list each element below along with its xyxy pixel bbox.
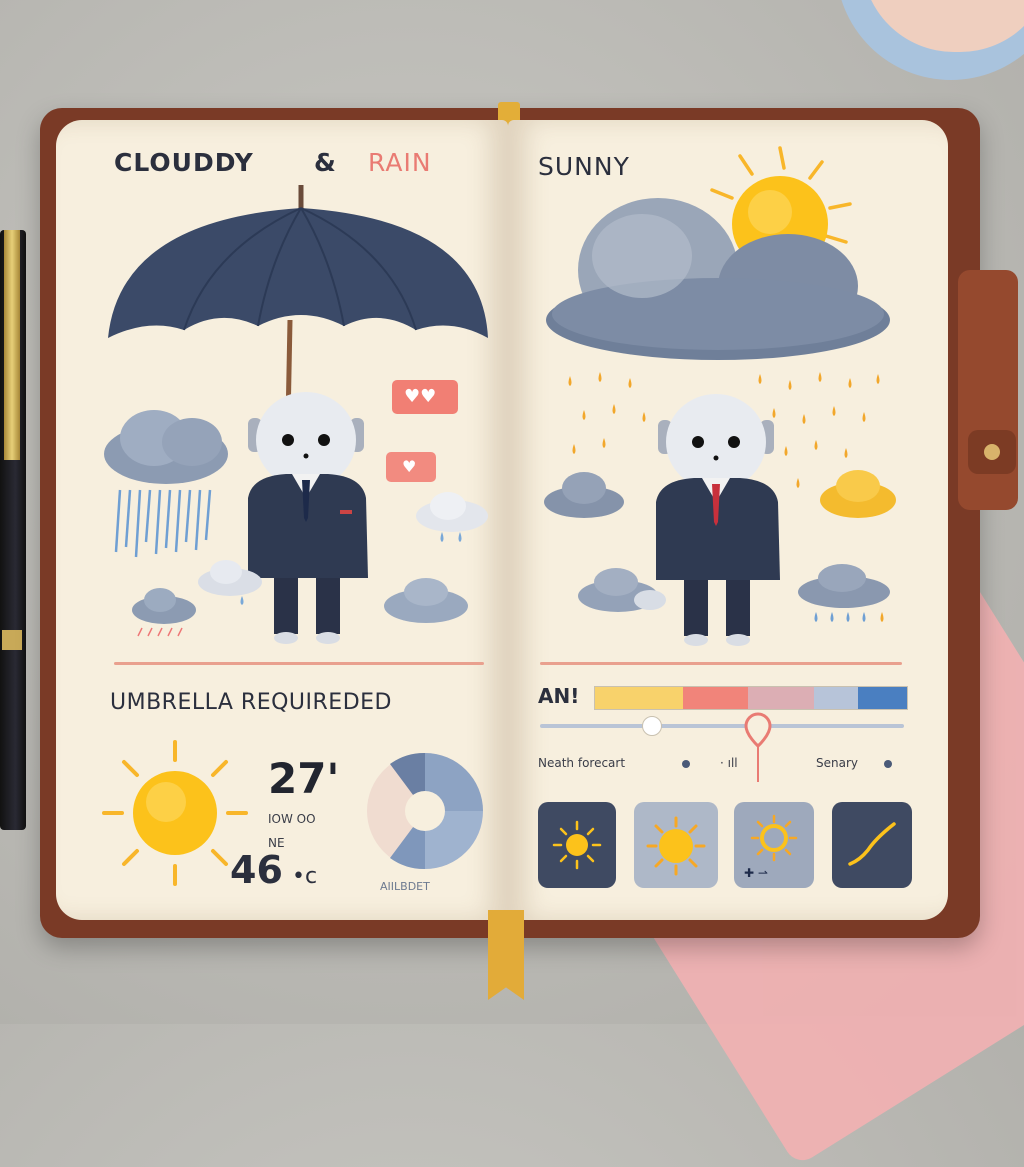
sun-ring-caption: ✚ ⇀ xyxy=(744,866,768,880)
dial-label: AIILBDET xyxy=(380,880,430,893)
sunny-cloud-icon xyxy=(820,470,896,518)
left-title-cloudy: CLOUDDY xyxy=(114,148,254,177)
temperature-unit: •c xyxy=(292,864,318,889)
forecast-dot xyxy=(682,760,690,768)
umbrella-banner: UMBRELLA REQUIREDED xyxy=(110,690,392,715)
sun-icon xyxy=(552,820,602,870)
sun-ring-icon xyxy=(750,814,798,862)
rain-cloud-icon xyxy=(104,410,228,558)
timeline-color-bar[interactable] xyxy=(594,686,908,710)
left-title-rain: RAIN xyxy=(368,148,432,177)
forecast-label: Neath forecart xyxy=(538,756,626,770)
sun-large-tile[interactable] xyxy=(634,802,718,888)
sunny-dot xyxy=(884,760,892,768)
sunny-label: Senary xyxy=(816,756,858,770)
large-cloud-icon xyxy=(546,198,890,360)
tea-cup xyxy=(836,0,1024,80)
sun-icon xyxy=(102,740,248,886)
robot-character-left xyxy=(248,392,368,644)
drizzle-cloud-icon xyxy=(416,492,488,542)
right-divider xyxy=(540,662,902,665)
bookmark-ribbon[interactable] xyxy=(488,910,524,1000)
forecast-mid-label: · ıll xyxy=(720,756,738,770)
small-cloud-icon-right xyxy=(544,472,624,518)
location-pin-icon[interactable] xyxy=(744,712,772,784)
sun-small-tile[interactable] xyxy=(538,802,616,888)
left-divider xyxy=(114,662,484,665)
left-title-ampersand: & xyxy=(314,148,337,177)
pen[interactable] xyxy=(0,230,26,830)
cloud-icon-right xyxy=(384,578,468,623)
clasp-strap[interactable] xyxy=(958,270,1018,510)
cloud-icon xyxy=(132,588,196,637)
temperature-low: 46 xyxy=(230,848,283,892)
robot-character-right xyxy=(656,394,780,646)
right-title-sunny: SUNNY xyxy=(538,152,630,181)
heart-chat-bubble[interactable]: ♥♥ xyxy=(392,380,458,414)
cloud-icon-bottom xyxy=(578,568,666,612)
trend-line-icon xyxy=(848,822,896,866)
sun-icon xyxy=(646,816,706,876)
forecast-slider-start-handle[interactable] xyxy=(642,716,662,736)
sun-ring-tile[interactable]: ✚ ⇀ xyxy=(734,802,814,888)
drizzle-cloud-icon-right xyxy=(798,564,890,622)
temperature-low-label: IOW OO xyxy=(268,812,316,826)
forecast-slider-track[interactable] xyxy=(540,724,904,728)
small-cloud-icon xyxy=(198,560,262,605)
timeline-label: AN! xyxy=(538,684,580,708)
temperature-high: 27' xyxy=(268,754,340,803)
trend-tile[interactable] xyxy=(832,802,912,888)
heart-chat-bubble-small[interactable]: ♥ xyxy=(386,452,436,482)
dial-chart xyxy=(367,752,483,870)
